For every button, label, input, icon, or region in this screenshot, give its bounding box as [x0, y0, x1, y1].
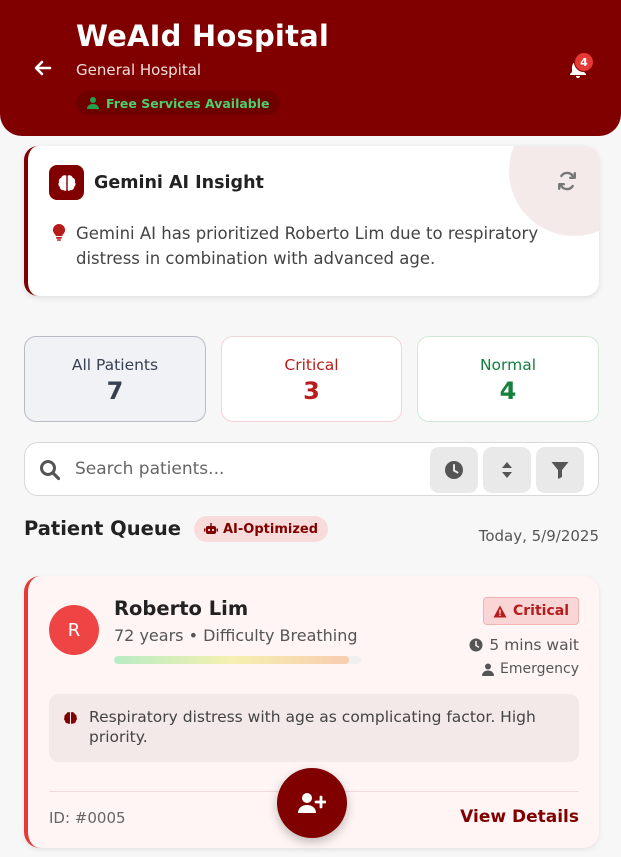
- filter-button[interactable]: [536, 447, 584, 493]
- brain-icon: [57, 174, 76, 191]
- stat-value: 4: [499, 376, 517, 405]
- status-label: Critical: [512, 603, 569, 619]
- view-details-link[interactable]: View Details: [460, 807, 579, 827]
- notification-count-badge: 4: [574, 52, 594, 72]
- brain-icon: [64, 712, 77, 724]
- sort-icon: [502, 462, 512, 478]
- stat-critical[interactable]: Critical 3: [221, 336, 402, 422]
- wait-time-label: 5 mins wait: [489, 636, 579, 654]
- search-bar: [24, 442, 599, 496]
- stat-label: Normal: [479, 355, 537, 374]
- robot-icon: [204, 523, 218, 534]
- stat-value: 7: [106, 376, 124, 405]
- warning-icon: [493, 605, 507, 617]
- visit-type-label: Emergency: [500, 661, 579, 677]
- clock-icon: [445, 461, 463, 479]
- user-icon: [87, 97, 99, 109]
- patient-meta: 72 years • Difficulty Breathing: [114, 626, 358, 645]
- free-services-label: Free Services Available: [106, 95, 270, 111]
- lightbulb-icon: [52, 223, 66, 241]
- refresh-icon[interactable]: [556, 170, 578, 192]
- avatar: R: [49, 605, 99, 655]
- stat-label: Critical: [284, 355, 339, 374]
- filter-icon: [551, 462, 569, 479]
- back-button[interactable]: [31, 56, 55, 80]
- ai-optimized-badge: AI-Optimized: [194, 516, 329, 542]
- ai-note-text: Respiratory distress with age as complic…: [89, 708, 536, 746]
- visit-type: Emergency: [482, 661, 579, 677]
- insight-title: Gemini AI Insight: [94, 173, 264, 193]
- brain-icon-box: [49, 165, 84, 200]
- insight-text: Gemini AI has prioritized Roberto Lim du…: [76, 224, 539, 268]
- queue-title: Patient Queue: [24, 517, 181, 540]
- stat-normal[interactable]: Normal 4: [417, 336, 599, 422]
- priority-bar-fill: [114, 656, 349, 664]
- stat-label: All Patients: [71, 355, 159, 374]
- wait-time: 5 mins wait: [469, 636, 579, 654]
- add-patient-button[interactable]: [277, 768, 347, 838]
- search-input[interactable]: [75, 456, 415, 482]
- clock-icon: [469, 638, 483, 652]
- sort-button[interactable]: [483, 447, 531, 493]
- search-icon: [40, 460, 61, 481]
- stat-value: 3: [303, 376, 320, 405]
- add-user-icon: [298, 793, 326, 813]
- app-title: WeAId Hospital: [76, 19, 330, 53]
- sort-by-time-button[interactable]: [430, 447, 478, 493]
- queue-date: Today, 5/9/2025: [478, 527, 599, 545]
- patient-id: ID: #0005: [49, 809, 126, 827]
- ai-note: Respiratory distress with age as complic…: [49, 694, 579, 762]
- ai-optimized-label: AI-Optimized: [223, 521, 319, 537]
- app-subtitle: General Hospital: [76, 61, 202, 79]
- status-badge: Critical: [482, 597, 579, 625]
- ai-insight-card: Gemini AI Insight Gemini AI has prioriti…: [24, 146, 599, 296]
- app-header: WeAId Hospital General Hospital Free Ser…: [0, 0, 621, 136]
- patient-name: Roberto Lim: [114, 597, 249, 620]
- doctor-icon: [482, 663, 495, 676]
- arrow-left-icon: [34, 60, 52, 76]
- stat-all-patients[interactable]: All Patients 7: [24, 336, 206, 422]
- free-services-badge: Free Services Available: [76, 91, 280, 115]
- priority-bar: [114, 656, 361, 664]
